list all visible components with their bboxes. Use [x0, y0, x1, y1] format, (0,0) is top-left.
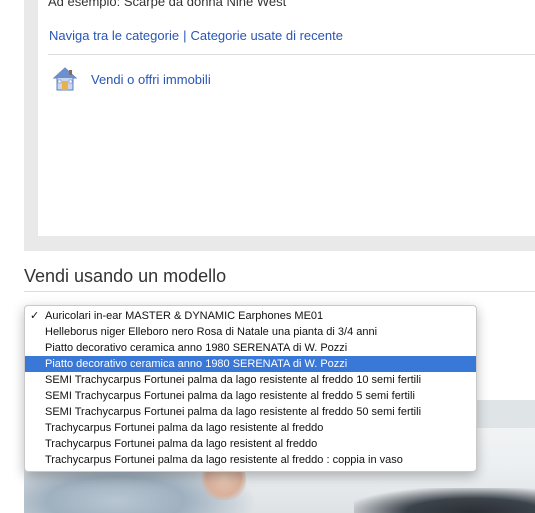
template-option-label: Trachycarpus Fortunei palma da lago resi… [45, 438, 318, 450]
photo-dark [354, 488, 535, 513]
template-option-label: Auricolari in-ear MASTER & DYNAMIC Earph… [45, 310, 324, 322]
template-option-label: Helleborus niger Elleboro nero Rosa di N… [45, 326, 378, 338]
section-title: Vendi usando un modello [24, 266, 227, 286]
template-option[interactable]: Piatto decorativo ceramica anno 1980 SER… [25, 340, 476, 356]
checkmark-icon: ✓ [30, 310, 40, 322]
template-option-label: Trachycarpus Fortunei palma da lago resi… [45, 454, 403, 466]
template-dropdown-menu[interactable]: ✓ Auricolari in-ear MASTER & DYNAMIC Ear… [24, 305, 477, 472]
house-icon [52, 67, 78, 91]
link-separator: | [183, 28, 187, 43]
template-option-label: SEMI Trachycarpus Fortunei palma da lago… [45, 390, 415, 402]
template-option[interactable]: SEMI Trachycarpus Fortunei palma da lago… [25, 388, 476, 404]
divider [48, 54, 535, 55]
section-divider [24, 291, 535, 292]
template-option-label: Piatto decorativo ceramica anno 1980 SER… [45, 358, 348, 370]
template-option[interactable]: Helleborus niger Elleboro nero Rosa di N… [25, 324, 476, 340]
template-option-label: SEMI Trachycarpus Fortunei palma da lago… [45, 374, 422, 386]
category-links: Naviga tra le categorie | Categorie usate … [49, 28, 343, 43]
recent-categories-link[interactable]: Categorie usate di recente [190, 28, 342, 43]
template-option[interactable]: ✓ Auricolari in-ear MASTER & DYNAMIC Ear… [25, 308, 476, 324]
search-example-hint: Ad esempio: Scarpe da donna Nine West [48, 0, 287, 9]
template-option-highlighted[interactable]: Piatto decorativo ceramica anno 1980 SER… [25, 356, 476, 372]
sell-real-estate-link[interactable]: Vendi o offri immobili [91, 72, 211, 87]
template-option[interactable]: Trachycarpus Fortunei palma da lago resi… [25, 420, 476, 436]
template-option[interactable]: SEMI Trachycarpus Fortunei palma da lago… [25, 372, 476, 388]
template-option-label: SEMI Trachycarpus Fortunei palma da lago… [45, 406, 422, 418]
template-option[interactable]: Trachycarpus Fortunei palma da lago resi… [25, 436, 476, 452]
template-option[interactable]: Trachycarpus Fortunei palma da lago resi… [25, 452, 476, 468]
template-option-label: Piatto decorativo ceramica anno 1980 SER… [45, 342, 348, 354]
browse-categories-link[interactable]: Naviga tra le categorie [49, 28, 179, 43]
template-option[interactable]: SEMI Trachycarpus Fortunei palma da lago… [25, 404, 476, 420]
template-option-label: Trachycarpus Fortunei palma da lago resi… [45, 422, 324, 434]
